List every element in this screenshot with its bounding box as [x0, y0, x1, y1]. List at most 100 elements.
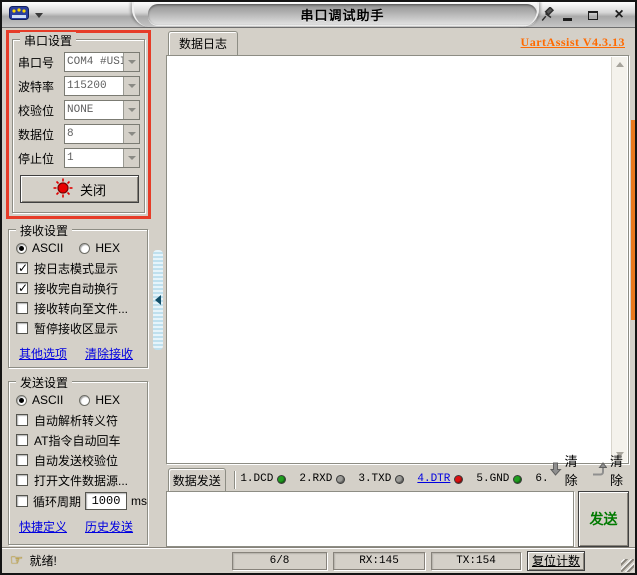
receive-hex-radio[interactable]: HEX — [79, 241, 120, 255]
rxd-status-icon — [336, 474, 346, 484]
arrow-up-turn-icon — [592, 461, 608, 479]
gnd-status-icon — [513, 474, 523, 484]
serial-settings-group: 串口设置 串口号 COM4 #USI 波特率 115200 校验位 NONE 数… — [12, 32, 145, 213]
history-send-link[interactable]: 历史发送 — [85, 518, 133, 535]
app-menu-chevron-down-icon[interactable] — [35, 12, 43, 18]
checkbox-box — [16, 261, 28, 275]
window-edge-orange-strip — [631, 120, 635, 320]
parity-label: 校验位 — [18, 103, 55, 118]
send-tabbar: 数据发送 1.DCD 2.RXD 3.TXD 4.DTR 5.GND 6. 清除… — [166, 454, 629, 492]
dtr-status-icon — [454, 474, 464, 484]
stopbits-select[interactable]: 1 — [64, 148, 140, 168]
status-counter: 6/8 — [232, 551, 327, 570]
send-panel: 发送 — [166, 491, 629, 547]
red-led-icon — [53, 178, 73, 201]
minimize-button[interactable] — [559, 7, 575, 23]
send-input[interactable] — [166, 491, 574, 547]
status-rx: RX:145 — [333, 551, 425, 570]
checkbox-box — [16, 281, 28, 295]
checkbox-box — [16, 414, 28, 426]
arrow-down-icon — [549, 462, 562, 479]
radio-dot — [16, 242, 27, 254]
app-window: 串口调试助手 × 串口设置 串口号 COM4 #USI 波特率 115200 校… — [0, 0, 637, 575]
titlebar-swoosh-right — [517, 2, 539, 27]
pointing-hand-icon: ☞ — [10, 552, 24, 569]
port-label: 串口号 — [18, 55, 55, 70]
cycle-period-input[interactable]: 1000 — [85, 492, 127, 510]
checkbox-file-source[interactable]: 打开文件数据源... — [16, 470, 147, 490]
cycle-unit-label: ms — [131, 494, 147, 508]
version-link[interactable]: UartAssist V4.3.13 — [521, 35, 625, 50]
pin-6: 6. — [535, 473, 549, 485]
checkbox-log-mode[interactable]: 按日志模式显示 — [16, 258, 147, 278]
stopbits-label: 停止位 — [18, 151, 55, 166]
clear-receive-link[interactable]: 清除接收 — [85, 345, 133, 362]
dcd-status-icon — [277, 474, 287, 484]
log-scrollbar[interactable] — [611, 57, 627, 462]
pin-status-row: 1.DCD 2.RXD 3.TXD 4.DTR 5.GND 6. — [240, 467, 548, 491]
window-title: 串口调试助手 — [300, 8, 385, 23]
app-icon[interactable] — [9, 6, 29, 24]
checkbox-pause-display[interactable]: 暂停接收区显示 — [16, 318, 147, 338]
pin-icon[interactable] — [541, 6, 555, 25]
chevron-down-icon[interactable] — [123, 149, 139, 167]
serial-settings-highlight: 串口设置 串口号 COM4 #USI 波特率 115200 校验位 NONE 数… — [6, 30, 151, 219]
parity-row: 校验位 NONE — [18, 98, 140, 122]
pin-gnd: 5.GND — [476, 473, 523, 485]
body-area: 串口设置 串口号 COM4 #USI 波特率 115200 校验位 NONE 数… — [2, 28, 635, 547]
close-port-label: 关闭 — [79, 182, 106, 198]
chevron-down-icon[interactable] — [123, 125, 139, 143]
close-button[interactable]: × — [611, 7, 627, 23]
checkbox-cycle-period[interactable]: 循环周期 — [16, 491, 81, 511]
checkbox-redirect-file[interactable]: 接收转向至文件... — [16, 298, 147, 318]
databits-row: 数据位 8 — [18, 122, 140, 146]
tab-data-log[interactable]: 数据日志 — [168, 31, 238, 55]
pin-dtr[interactable]: 4.DTR — [417, 473, 464, 485]
chevron-down-icon[interactable] — [123, 101, 139, 119]
clear-history-button[interactable]: 清除 — [592, 451, 627, 489]
close-port-button[interactable]: 关闭 — [20, 175, 139, 203]
send-hex-radio[interactable]: HEX — [79, 393, 120, 407]
checkbox-auto-checksum[interactable]: 自动发送校验位 — [16, 450, 147, 470]
panel-splitter[interactable] — [153, 250, 163, 350]
checkbox-auto-newline[interactable]: 接收完自动换行 — [16, 278, 147, 298]
checkbox-box — [16, 302, 28, 314]
maximize-button[interactable] — [585, 7, 601, 23]
send-button[interactable]: 发送 — [578, 491, 629, 547]
quick-define-link[interactable]: 快捷定义 — [19, 518, 67, 535]
clear-send-button[interactable]: 清除 — [549, 451, 582, 489]
parity-select[interactable]: NONE — [64, 100, 140, 120]
checkbox-box — [16, 454, 28, 466]
receive-settings-group: 接收设置 ASCII HEX 按日志模式显示 接收完自动换行 接收转向至文件..… — [8, 222, 148, 368]
data-log-view[interactable] — [166, 55, 629, 464]
checkbox-box — [16, 434, 28, 446]
status-tx: TX:154 — [431, 551, 521, 570]
other-options-link[interactable]: 其他选项 — [19, 345, 67, 362]
send-settings-title: 发送设置 — [16, 374, 73, 391]
port-row: 串口号 COM4 #USI — [18, 50, 140, 74]
receive-ascii-radio[interactable]: ASCII — [16, 241, 63, 255]
status-ready-text: 就绪! — [29, 554, 57, 568]
txd-status-icon — [395, 474, 405, 484]
pin-dcd: 1.DCD — [240, 473, 287, 485]
reset-count-button[interactable]: 复位计数 — [527, 550, 585, 571]
log-tabbar: 数据日志 UartAssist V4.3.13 — [166, 30, 629, 55]
send-ascii-radio[interactable]: ASCII — [16, 393, 63, 407]
chevron-down-icon[interactable] — [123, 53, 139, 71]
databits-select[interactable]: 8 — [64, 124, 140, 144]
titlebar: 串口调试助手 × — [2, 2, 635, 28]
pin-rxd: 2.RXD — [299, 473, 346, 485]
checkbox-parse-escape[interactable]: 自动解析转义符 — [16, 410, 147, 430]
databits-label: 数据位 — [18, 127, 55, 142]
checkbox-at-enter[interactable]: AT指令自动回车 — [16, 430, 147, 450]
resize-grip[interactable] — [621, 559, 634, 572]
scroll-up-icon[interactable] — [613, 57, 627, 72]
port-select[interactable]: COM4 #USI — [64, 52, 140, 72]
baud-row: 波特率 115200 — [18, 74, 140, 98]
send-settings-group: 发送设置 ASCII HEX 自动解析转义符 AT指令自动回车 自动发送校验位 … — [8, 374, 148, 545]
baud-select[interactable]: 115200 — [64, 76, 140, 96]
radio-dot — [16, 394, 27, 406]
chevron-down-icon[interactable] — [123, 77, 139, 95]
tab-data-send[interactable]: 数据发送 — [168, 468, 226, 492]
pin-txd: 3.TXD — [358, 473, 405, 485]
